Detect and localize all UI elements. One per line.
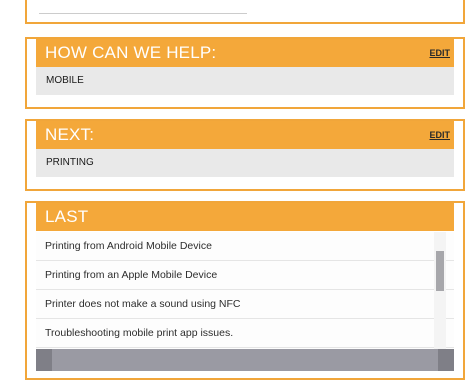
- next-section-header: NEXT: EDIT: [36, 121, 454, 149]
- list-item[interactable]: Printing from an Apple Mobile Device: [36, 261, 454, 290]
- help-section: HOW CAN WE HELP: EDIT MOBILE: [25, 37, 465, 109]
- next-section: NEXT: EDIT PRINTING: [25, 119, 465, 191]
- horizontal-scrollbar[interactable]: [36, 349, 454, 371]
- options-list: Printing from Android Mobile Device Prin…: [36, 232, 454, 349]
- vertical-scrollbar[interactable]: [434, 232, 446, 349]
- next-section-title: NEXT:: [45, 125, 95, 144]
- help-edit-link[interactable]: EDIT: [429, 48, 450, 58]
- list-item[interactable]: Printer does not make a sound using NFC: [36, 290, 454, 319]
- help-value: MOBILE: [46, 75, 84, 86]
- list-item[interactable]: Printing from Android Mobile Device: [36, 232, 454, 261]
- scroll-left-button[interactable]: [36, 349, 52, 371]
- last-section: LAST Printing from Android Mobile Device…: [25, 201, 465, 380]
- last-section-title: LAST: [45, 207, 89, 226]
- divider-line: [39, 13, 247, 14]
- scroll-right-button[interactable]: [438, 349, 454, 371]
- next-edit-link[interactable]: EDIT: [429, 130, 450, 140]
- help-value-row: MOBILE: [36, 67, 454, 95]
- next-value: PRINTING: [46, 157, 94, 168]
- vertical-scrollbar-thumb[interactable]: [436, 251, 444, 291]
- list-item[interactable]: Troubleshooting mobile print app issues.: [36, 319, 454, 348]
- last-section-header: LAST: [36, 203, 454, 231]
- next-value-row: PRINTING: [36, 149, 454, 177]
- help-section-header: HOW CAN WE HELP: EDIT: [36, 39, 454, 67]
- help-section-title: HOW CAN WE HELP:: [45, 43, 217, 62]
- previous-section-panel: [25, 0, 465, 24]
